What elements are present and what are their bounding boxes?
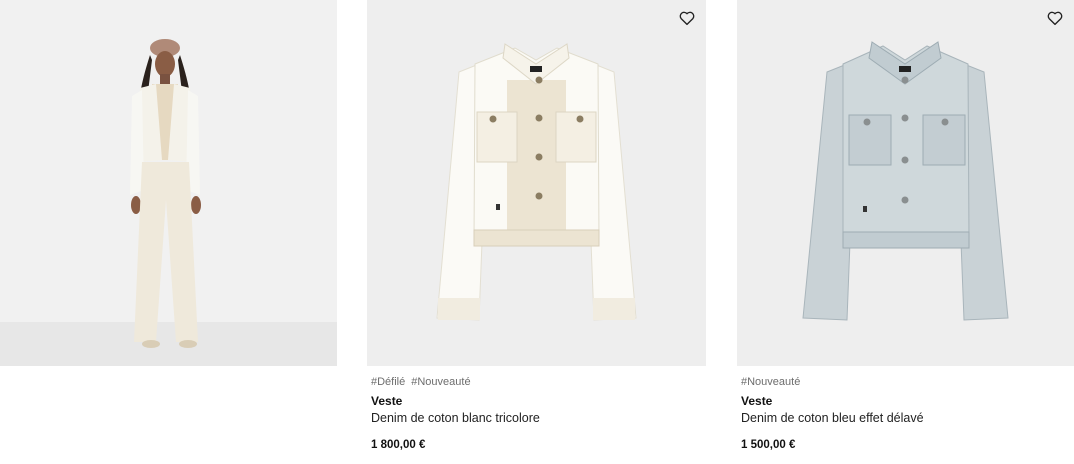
product-card[interactable]: #Défilé #Nouveauté Veste Denim de coton b… (367, 0, 706, 451)
product-name[interactable]: Veste (371, 394, 702, 408)
product-price: 1 500,00 € (741, 439, 796, 451)
product-tags: #Défilé #Nouveauté (371, 376, 702, 392)
white-jacket-illustration (436, 43, 637, 321)
heart-outline-icon[interactable] (678, 9, 696, 27)
product-card[interactable]: #Nouveauté Veste Denim de coton bleu eff… (737, 0, 1074, 451)
product-info: #Défilé #Nouveauté Veste Denim de coton b… (367, 366, 706, 451)
product-description[interactable]: Denim de coton blanc tricolore (371, 411, 702, 425)
product-image[interactable] (737, 0, 1074, 366)
product-description[interactable]: Denim de coton bleu effet délavé (741, 411, 1070, 425)
blue-jacket-illustration (802, 41, 1009, 321)
product-price: 1 800,00 € (371, 439, 426, 451)
tag-nouveaute[interactable]: #Nouveauté (411, 376, 470, 388)
model-illustration (130, 39, 201, 348)
heart-outline-icon[interactable] (1046, 9, 1064, 27)
tag-nouveaute[interactable]: #Nouveauté (741, 376, 800, 388)
product-info: #Nouveauté Veste Denim de coton bleu eff… (737, 366, 1074, 451)
product-image[interactable] (367, 0, 706, 366)
product-card-look[interactable] (0, 0, 337, 366)
look-image[interactable] (0, 0, 337, 366)
product-tags: #Nouveauté (741, 376, 1070, 392)
tag-defile[interactable]: #Défilé (371, 376, 405, 388)
product-name[interactable]: Veste (741, 394, 1070, 408)
